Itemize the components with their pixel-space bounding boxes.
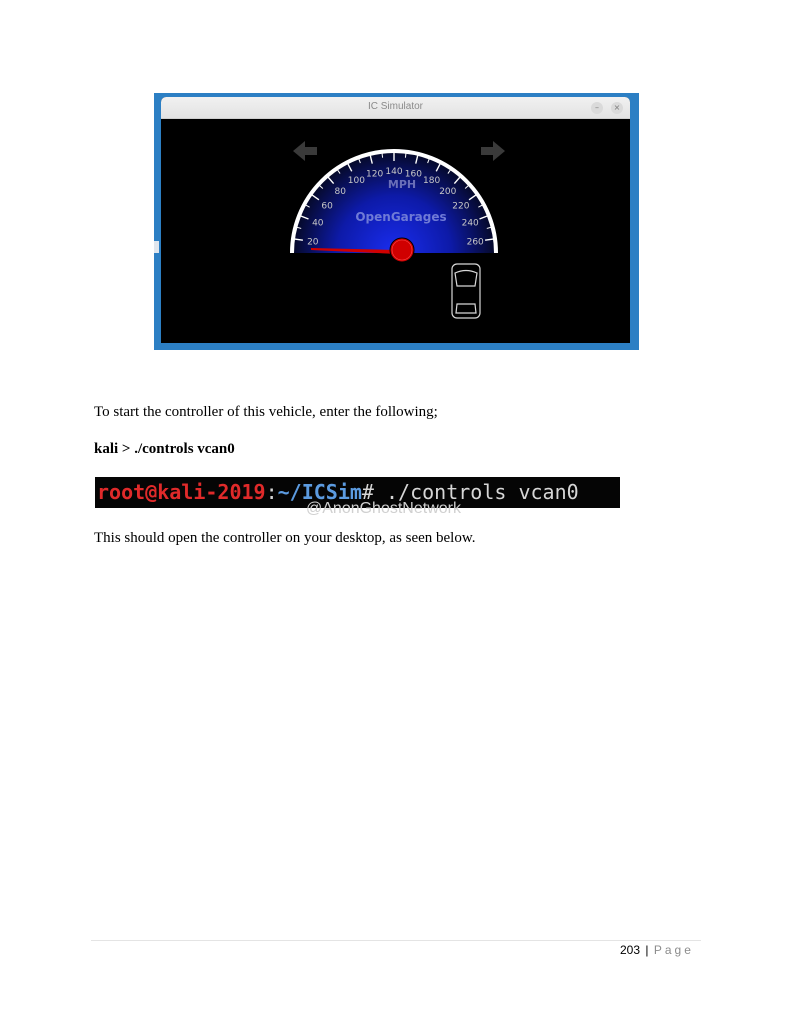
footer-separator: |	[645, 943, 649, 957]
command-paragraph: kali > ./controls vcan0	[94, 441, 235, 457]
speed-label: 80	[334, 187, 346, 197]
window-titlebar: IC Simulator – ×	[161, 97, 630, 119]
window-title: IC Simulator	[367, 101, 423, 112]
terminal-user-host: root@kali-2019	[97, 480, 266, 504]
close-button[interactable]: ×	[611, 102, 623, 114]
ic-simulator-window: IC Simulator – × 20 40 60 80 100 120 140 160 180…	[161, 97, 630, 343]
page-footer: 203 | Page	[620, 943, 694, 957]
terminal-colon: :	[265, 480, 278, 504]
after-paragraph: This should open the controller on your …	[94, 530, 476, 546]
speed-label: 100	[348, 176, 365, 186]
watermark: @AnonGhostNetwork	[306, 500, 461, 517]
page-word: Page	[653, 943, 694, 957]
speed-label: 120	[366, 169, 383, 179]
car-top-view-icon	[451, 263, 481, 319]
footer-divider	[91, 940, 701, 941]
speed-label: 60	[321, 202, 333, 212]
speed-tick	[404, 151, 407, 158]
intro-paragraph: To start the controller of this vehicle,…	[94, 404, 438, 420]
speed-label: 180	[423, 176, 440, 186]
needle-hub	[389, 237, 415, 263]
minimize-button[interactable]: –	[591, 102, 603, 114]
right-arrow-icon	[481, 141, 505, 161]
speed-label: 140	[385, 167, 402, 177]
speed-label: 20	[307, 238, 319, 248]
speed-label: 260	[467, 238, 484, 248]
desktop-edge	[154, 241, 159, 253]
speed-label: 200	[439, 187, 456, 197]
speed-label: 40	[312, 219, 324, 229]
speedometer: 20406080100120 140 160180200220240260 MPH …	[290, 141, 505, 319]
speed-label: 220	[452, 202, 469, 212]
unit-label: MPH	[388, 178, 416, 191]
left-arrow-icon	[293, 141, 317, 161]
speed-label: 240	[462, 219, 479, 229]
ic-simulator-screenshot: IC Simulator – × 20 40 60 80 100 120 140 160 180…	[154, 93, 639, 350]
brand-label: OpenGarages	[355, 210, 446, 224]
speed-tick	[381, 151, 384, 158]
page-number: 203	[620, 943, 641, 957]
